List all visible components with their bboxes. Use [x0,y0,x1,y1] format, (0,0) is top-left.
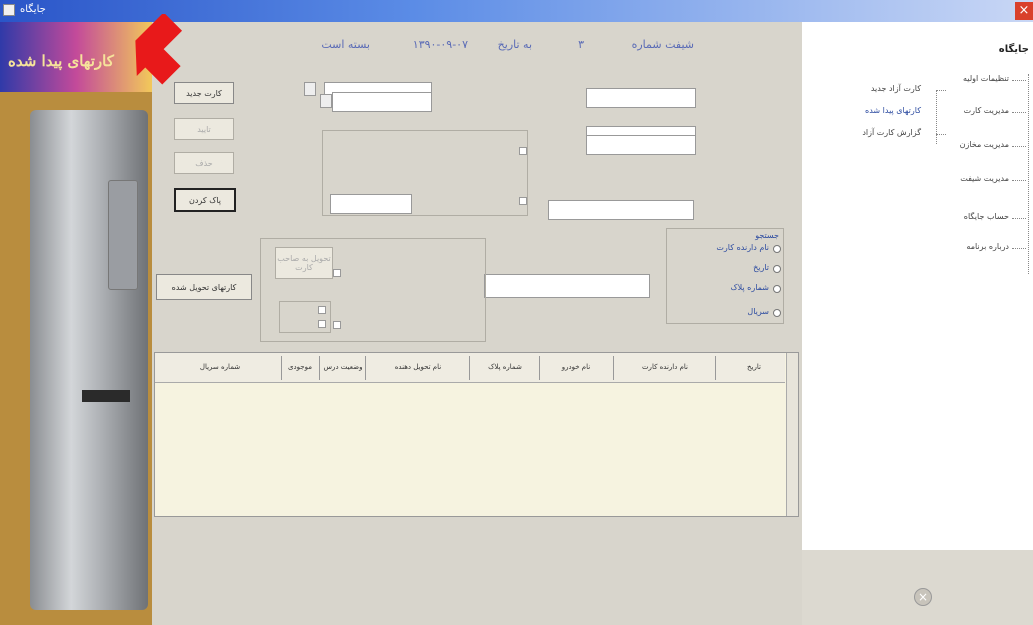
col-divider [365,356,366,380]
window-title: جایگاه [20,4,46,15]
col-plate: شماره پلاک [488,363,522,371]
tree-item-settings[interactable]: تنظیمات اولیه [963,74,1009,83]
delivery-checkbox-2[interactable] [333,321,341,329]
col-divider [319,356,320,380]
keypad-icon [108,180,138,290]
tree-item-shift-management[interactable]: مدیریت شیفت [960,174,1009,183]
filter-date: تاریخ [753,263,769,272]
col-divider [281,356,282,380]
date-picker-icon[interactable] [304,82,316,96]
tree-connector [1012,146,1026,147]
search-field[interactable] [484,274,650,298]
col-vehicle: نام خودرو [561,363,591,371]
filter-plate: شماره پلاک [730,283,769,292]
col-state: وضعیت درس [323,363,363,371]
owner-name-field[interactable] [586,88,696,108]
tree-connector [1012,180,1026,181]
tree-item-card-management[interactable]: مدیریت کارت [964,106,1009,115]
app-icon [3,4,15,16]
date-label: به تاریخ [497,38,532,51]
tree-connector [936,90,937,144]
tree-item-free-card-report[interactable]: گزارش کارت آزاد [862,128,921,137]
col-divider [469,356,470,380]
status-checkbox-2[interactable] [519,197,527,205]
time-dropdown-icon[interactable] [320,94,332,108]
deliverer-field[interactable] [548,200,694,220]
date-value: ۱۳۹۰-۰۹-۰۷ [412,38,468,51]
col-owner: نام دارنده کارت [641,363,689,371]
status-checkbox-1[interactable] [519,147,527,155]
delete-button[interactable]: حذف [174,152,234,174]
delivery-subgroup [279,301,331,333]
save-button[interactable]: تایید [174,118,234,140]
exit-area [802,550,1033,625]
banner-text: کارتهای پیدا شده [8,52,114,70]
shift-number: ۳ [578,38,584,51]
found-cards-grid[interactable]: تاریخ نام دارنده کارت نام خودرو شماره پل… [154,352,799,517]
col-date: تاریخ [747,363,761,371]
tree-connector [936,134,946,135]
col-divider [613,356,614,380]
clear-button[interactable]: پاک کردن [174,188,236,212]
col-divider [539,356,540,380]
card-slot-icon [82,390,130,402]
nav-tree-panel: جایگاه تنظیمات اولیه مدیریت کارت کارت آز… [802,22,1033,625]
exit-icon[interactable]: × [914,588,932,606]
close-icon[interactable]: × [1015,2,1033,20]
delivery-subcheck-2[interactable] [318,320,326,328]
tree-root: جایگاه [998,44,1029,55]
delivery-checkbox-1[interactable] [333,269,341,277]
delivery-group: تحویل به صاحب کارت [260,238,486,342]
tree-connector [1012,80,1026,81]
col-serial: شماره سریال [199,363,241,371]
closed-label: بسته است [321,38,370,51]
deliver-to-owner-button[interactable]: تحویل به صاحب کارت [275,247,333,279]
search-group-title: جستجو [755,231,779,240]
col-balance: موجودی [288,363,312,371]
balance-field[interactable] [330,194,412,214]
grid-scrollbar[interactable] [786,353,798,516]
filter-owner-radio[interactable] [773,245,781,253]
tree-connector [936,90,946,91]
grid-header: تاریخ نام دارنده کارت نام خودرو شماره پل… [155,353,785,383]
delivered-cards-button[interactable]: کارتهای تحویل شده [156,274,252,300]
main-form: شیفت شماره ۳ به تاریخ ۱۳۹۰-۰۹-۰۷ بسته اس… [152,22,802,625]
time-field[interactable] [332,92,432,112]
plate-field[interactable] [586,135,696,155]
tree-connector [1028,74,1029,274]
tree-item-tank-management[interactable]: مدیریت مخازن [960,140,1009,149]
delivery-subcheck-1[interactable] [318,306,326,314]
card-reader-image [30,110,148,610]
filter-owner-name: نام دارنده کارت [716,243,769,252]
tree-connector [1012,218,1026,219]
pointer-arrow-icon [135,14,183,85]
filter-serial-radio[interactable] [773,309,781,317]
search-group: جستجو نام دارنده کارت تاریخ شماره پلاک س… [666,228,784,324]
col-divider [715,356,716,380]
filter-serial: سریال [747,307,769,316]
tree-item-about[interactable]: درباره برنامه [966,242,1009,251]
filter-date-radio[interactable] [773,265,781,273]
filter-plate-radio[interactable] [773,285,781,293]
tree-item-found-cards[interactable]: کارتهای پیدا شده [865,106,921,115]
tree-item-station-account[interactable]: حساب جایگاه [964,212,1009,221]
tree-connector [1012,112,1026,113]
tree-item-new-free-card[interactable]: کارت آزاد جدید [871,84,921,93]
shift-label: شیفت شماره [631,38,694,51]
col-deliverer: نام تحویل دهنده [394,363,442,371]
tree-connector [1012,248,1026,249]
